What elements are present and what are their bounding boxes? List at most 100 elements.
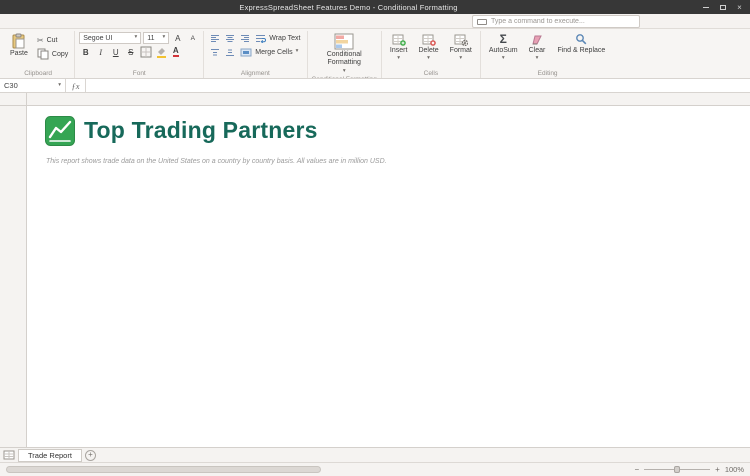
command-search-placeholder: Type a command to execute... [491, 18, 585, 25]
report-title-block: Top Trading Partners [27, 106, 750, 155]
shrink-font-button[interactable]: A [186, 32, 199, 44]
minimize-icon [703, 7, 709, 8]
close-icon: × [737, 3, 742, 12]
format-cells-icon [454, 33, 468, 46]
paste-button[interactable]: Paste [6, 32, 32, 59]
report-logo-icon [45, 116, 75, 146]
cells-area: Top Trading Partners This report shows t… [27, 106, 750, 447]
delete-cells-icon [422, 33, 436, 46]
zoom-slider[interactable] [644, 469, 710, 470]
ribbon-group-clipboard: Paste ✂ Cut Copy Clipboard [2, 31, 74, 78]
grow-font-button[interactable]: A [171, 32, 184, 44]
chevron-down-icon: ▾ [343, 69, 346, 75]
italic-button[interactable]: I [94, 46, 107, 58]
maximize-icon [720, 5, 726, 10]
chevron-down-icon: ▾ [134, 35, 137, 41]
align-bottom-button[interactable] [223, 46, 236, 58]
select-all-corner[interactable] [0, 93, 27, 105]
status-bar: − + 100% [0, 462, 750, 476]
title-bar: ExpressSpreadSheet Features Demo - Condi… [0, 0, 750, 14]
report-subtitle: This report shows trade data on the Unit… [27, 155, 750, 168]
align-center-button[interactable] [223, 32, 236, 44]
format-cells-button[interactable]: Format ▾ [446, 32, 476, 63]
strikethrough-button[interactable]: S [124, 46, 137, 58]
copy-icon [37, 48, 49, 60]
command-search-box[interactable]: Type a command to execute... [472, 15, 640, 28]
search-icon [575, 33, 588, 46]
underline-button[interactable]: U [109, 46, 122, 58]
bold-button[interactable]: B [79, 46, 92, 58]
maximize-button[interactable] [714, 1, 731, 13]
close-button[interactable]: × [731, 1, 748, 13]
align-left-button[interactable] [208, 32, 221, 44]
zoom-in-button[interactable]: + [715, 466, 720, 474]
window-controls: × [697, 1, 748, 13]
chevron-down-icon: ▾ [502, 56, 505, 62]
conditional-formatting-button[interactable]: Conditional Formatting ▾ [315, 32, 373, 75]
autosum-button[interactable]: Σ AutoSum ▾ [485, 32, 522, 63]
chevron-down-icon: ▾ [536, 56, 539, 62]
ribbon-group-alignment: Wrap Text Merge Cells ▾ Alignment [203, 31, 306, 78]
chevron-down-icon: ▾ [296, 49, 299, 55]
insert-cells-icon [392, 33, 406, 46]
report-title: Top Trading Partners [84, 117, 318, 144]
keyboard-icon [477, 19, 487, 25]
merge-cells-button[interactable]: Merge Cells ▾ [238, 46, 300, 58]
minimize-button[interactable] [697, 1, 714, 13]
sheet-tab-bar: Trade Report + [0, 447, 750, 462]
add-sheet-button[interactable]: + [85, 450, 96, 461]
zoom-slider-thumb[interactable] [674, 466, 680, 473]
borders-icon [140, 46, 152, 58]
horizontal-scrollbar[interactable] [6, 465, 626, 474]
ribbon-group-conditional-formatting: Conditional Formatting ▾ Conditional For… [307, 31, 381, 78]
ribbon-tab-strip: Type a command to execute... [0, 14, 750, 29]
horizontal-scrollbar-thumb[interactable] [6, 466, 321, 473]
font-group-label: Font [79, 69, 199, 78]
align-right-icon [240, 34, 250, 43]
font-size-combo[interactable]: 11▾ [143, 32, 169, 44]
sheet-tab-trade-report[interactable]: Trade Report [18, 449, 82, 462]
autosum-icon: Σ [500, 33, 507, 46]
spreadsheet-grid: Top Trading Partners This report shows t… [0, 106, 750, 447]
font-color-button[interactable]: A [169, 46, 182, 58]
chevron-down-icon: ▾ [427, 56, 430, 62]
merge-cells-icon [240, 48, 252, 57]
zoom-out-button[interactable]: − [634, 466, 639, 474]
cut-button[interactable]: ✂ Cut [35, 34, 70, 46]
sheet-list-icon[interactable] [3, 450, 15, 460]
column-headers [0, 93, 750, 106]
alignment-group-label: Alignment [208, 69, 302, 78]
formula-input[interactable] [86, 79, 750, 92]
ribbon-group-cells: Insert ▾ Delete ▾ Format ▾ Cells [381, 31, 480, 78]
fill-color-button[interactable] [154, 46, 167, 58]
chevron-down-icon: ▾ [397, 56, 400, 62]
chevron-down-icon: ▾ [58, 83, 61, 89]
insert-cells-button[interactable]: Insert ▾ [386, 32, 412, 63]
borders-button[interactable] [139, 46, 152, 58]
insert-function-button[interactable]: ƒx [66, 79, 86, 92]
wrap-text-button[interactable]: Wrap Text [253, 32, 302, 44]
wrap-text-icon [255, 34, 266, 43]
align-left-icon [210, 34, 220, 43]
clipboard-group-label: Clipboard [6, 69, 70, 78]
font-name-combo[interactable]: Segoe UI▾ [79, 32, 141, 44]
row-headers [0, 106, 27, 447]
align-top-button[interactable] [208, 46, 221, 58]
clear-button[interactable]: Clear ▾ [525, 32, 550, 63]
zoom-controls: − + 100% [634, 465, 744, 474]
font-color-icon: A [173, 47, 179, 57]
align-bottom-icon [225, 48, 235, 57]
fill-color-icon [155, 46, 167, 58]
conditional-formatting-icon [334, 33, 354, 50]
find-replace-button[interactable]: Find & Replace [552, 32, 610, 56]
editing-group-label: Editing [485, 69, 611, 78]
copy-button[interactable]: Copy [35, 48, 70, 60]
active-cell-reference: C30 [4, 81, 18, 90]
align-right-button[interactable] [238, 32, 251, 44]
ribbon-group-editing: Σ AutoSum ▾ Clear ▾ Find & Replace Editi… [480, 31, 615, 78]
paste-icon [11, 33, 26, 49]
delete-cells-button[interactable]: Delete ▾ [414, 32, 442, 63]
align-center-icon [225, 34, 235, 43]
ribbon-group-font: Segoe UI▾ 11▾ A A B I U S [74, 31, 203, 78]
cell-name-box[interactable]: C30 ▾ [0, 79, 66, 92]
